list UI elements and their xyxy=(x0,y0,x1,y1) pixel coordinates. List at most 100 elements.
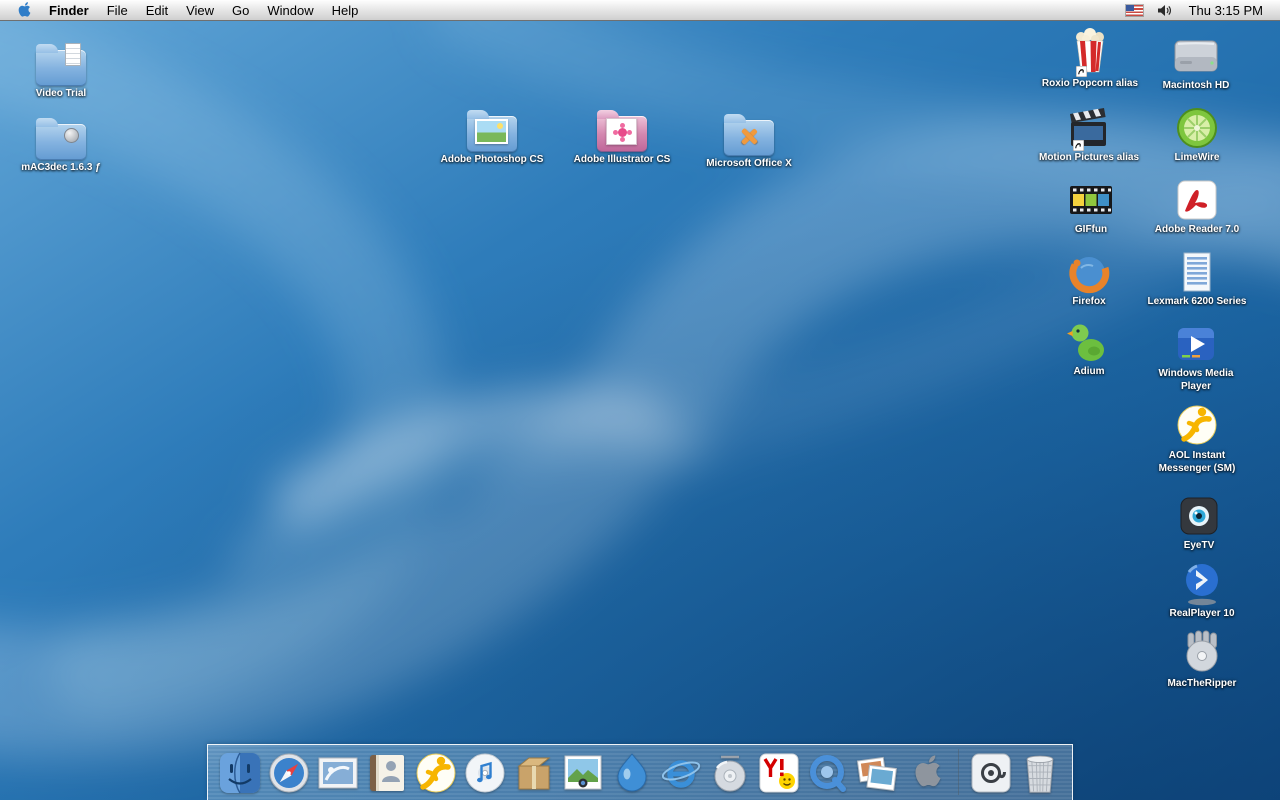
desktop: Finder File Edit View Go Window Help Thu… xyxy=(0,0,1280,800)
icon-label: Adobe Photoshop CS xyxy=(440,154,544,165)
popcorn-icon xyxy=(1068,26,1112,77)
input-menu[interactable] xyxy=(1119,0,1150,20)
desktop-icon-firefox[interactable]: Firefox xyxy=(1033,244,1145,309)
firefox-icon xyxy=(1067,244,1111,294)
icon-label: Firefox xyxy=(1072,296,1106,307)
icon-label: Adobe Reader 7.0 xyxy=(1154,224,1240,235)
icon-label: Adium xyxy=(1073,366,1105,377)
blue-drop-icon xyxy=(617,753,647,792)
icon-label: AOL Instant Messenger (SM) xyxy=(1158,450,1236,474)
icon-label: EyeTV xyxy=(1183,540,1215,551)
menu-window[interactable]: Window xyxy=(258,0,322,20)
us-flag-icon xyxy=(1124,3,1144,17)
printer-document-icon xyxy=(1175,244,1219,294)
realplayer-icon xyxy=(1180,556,1224,606)
iphoto-icon xyxy=(564,755,602,790)
gray-apple-icon xyxy=(915,755,941,787)
desktop-icon-roxio-popcorn-alias[interactable]: Roxio Popcorn alias xyxy=(1034,26,1146,91)
dock-dvd-player[interactable] xyxy=(708,751,752,795)
desktop-icon-macintosh-hd[interactable]: Macintosh HD xyxy=(1140,28,1252,93)
dock-iphoto[interactable] xyxy=(561,751,605,795)
dock-finder[interactable] xyxy=(218,751,262,795)
dock-trash[interactable] xyxy=(1018,751,1062,795)
icon-label: mAC3dec 1.6.3 ƒ xyxy=(21,162,101,173)
aim-running-man-icon xyxy=(416,753,456,793)
desktop-icon-realplayer[interactable]: RealPlayer 10 xyxy=(1146,556,1258,621)
dock-safari[interactable] xyxy=(267,751,311,795)
dock-itunes[interactable] xyxy=(463,751,507,795)
desktop-icon-adobe-photoshop-cs[interactable]: Adobe Photoshop CS xyxy=(436,102,548,167)
trash-icon xyxy=(1026,755,1054,793)
lime-icon xyxy=(1175,100,1219,150)
desktop-icon-eyetv[interactable]: EyeTV xyxy=(1143,488,1255,553)
menu-bar: Finder File Edit View Go Window Help Thu… xyxy=(0,0,1280,21)
adobe-reader-icon xyxy=(1175,172,1219,222)
desktop-icon-giffun[interactable]: GIFfun xyxy=(1035,172,1147,237)
dock-package[interactable] xyxy=(512,751,556,795)
dock-internet-explorer[interactable] xyxy=(659,751,703,795)
package-box-icon xyxy=(517,757,551,790)
dock-yahoo-messenger[interactable] xyxy=(757,751,801,795)
desktop-icon-windows-media-player[interactable]: Windows Media Player xyxy=(1153,316,1239,393)
duck-icon xyxy=(1067,314,1111,364)
apple-menu[interactable] xyxy=(8,0,40,20)
volume-menu[interactable] xyxy=(1150,0,1180,20)
quicktime-q-icon xyxy=(810,755,846,792)
dock-mail-at[interactable] xyxy=(969,751,1013,795)
photos-stack-icon xyxy=(856,756,897,791)
clock-menu[interactable]: Thu 3:15 PM xyxy=(1180,0,1272,20)
folder-document-icon xyxy=(36,36,86,86)
desktop-icon-lexmark-6200[interactable]: Lexmark 6200 Series xyxy=(1141,244,1253,309)
desktop-icon-motion-pictures-alias[interactable]: Motion Pictures alias xyxy=(1033,100,1145,165)
desktop-icon-aol-instant-messenger[interactable]: AOL Instant Messenger (SM) xyxy=(1153,398,1241,475)
desktop-icon-video-trial[interactable]: Video Trial xyxy=(5,36,117,101)
dock-image-capture[interactable] xyxy=(855,751,899,795)
dock-mail[interactable] xyxy=(316,751,360,795)
icon-label: Video Trial xyxy=(35,88,87,99)
aim-running-man-icon xyxy=(1175,398,1219,448)
folder-x-icon xyxy=(724,106,774,156)
dock-address-book[interactable] xyxy=(365,751,409,795)
dock xyxy=(207,744,1073,800)
alias-badge-icon xyxy=(1076,66,1087,77)
icon-label: RealPlayer 10 xyxy=(1169,608,1235,619)
finder-icon xyxy=(220,752,260,794)
folder-gadget-icon xyxy=(36,110,86,160)
icon-label: Macintosh HD xyxy=(1162,80,1230,91)
icon-label: Microsoft Office X xyxy=(706,158,792,169)
desktop-icon-adobe-illustrator-cs[interactable]: Adobe Illustrator CS xyxy=(566,102,678,167)
internet-explorer-icon xyxy=(661,760,701,788)
icon-label: Roxio Popcorn alias xyxy=(1041,78,1139,89)
app-menu-finder[interactable]: Finder xyxy=(40,0,98,20)
itunes-icon xyxy=(465,753,505,793)
menu-help[interactable]: Help xyxy=(323,0,368,20)
menu-file[interactable]: File xyxy=(98,0,137,20)
folder-flower-icon xyxy=(597,102,647,152)
mail-stamp-icon xyxy=(318,757,358,789)
icon-label: Motion Pictures alias xyxy=(1038,152,1140,163)
address-book-icon xyxy=(370,755,404,791)
at-symbol-icon xyxy=(971,753,1011,793)
volume-icon xyxy=(1157,4,1171,16)
desktop-icon-mac3dec[interactable]: mAC3dec 1.6.3 ƒ xyxy=(5,110,117,175)
safari-compass-icon xyxy=(269,753,309,793)
dock-sherlock[interactable] xyxy=(610,751,654,795)
menu-edit[interactable]: Edit xyxy=(137,0,177,20)
icon-label: LimeWire xyxy=(1174,152,1220,163)
icon-label: Windows Media Player xyxy=(1158,368,1234,392)
dock-aim[interactable] xyxy=(414,751,458,795)
media-player-icon xyxy=(1174,316,1218,366)
dock-separator xyxy=(958,749,959,795)
dock-apple-app[interactable] xyxy=(904,751,948,795)
eyetv-icon xyxy=(1177,488,1221,538)
menu-go[interactable]: Go xyxy=(223,0,258,20)
desktop-icon-adium[interactable]: Adium xyxy=(1033,314,1145,379)
menu-view[interactable]: View xyxy=(177,0,223,20)
dock-quicktime[interactable] xyxy=(806,751,850,795)
alias-badge-icon xyxy=(1073,140,1084,151)
desktop-icon-microsoft-office-x[interactable]: Microsoft Office X xyxy=(693,106,805,171)
icon-label: Adobe Illustrator CS xyxy=(573,154,671,165)
desktop-icon-mactheripper[interactable]: MacTheRipper xyxy=(1146,626,1258,691)
desktop-icon-limewire[interactable]: LimeWire xyxy=(1141,100,1253,165)
desktop-icon-adobe-reader[interactable]: Adobe Reader 7.0 xyxy=(1141,172,1253,237)
